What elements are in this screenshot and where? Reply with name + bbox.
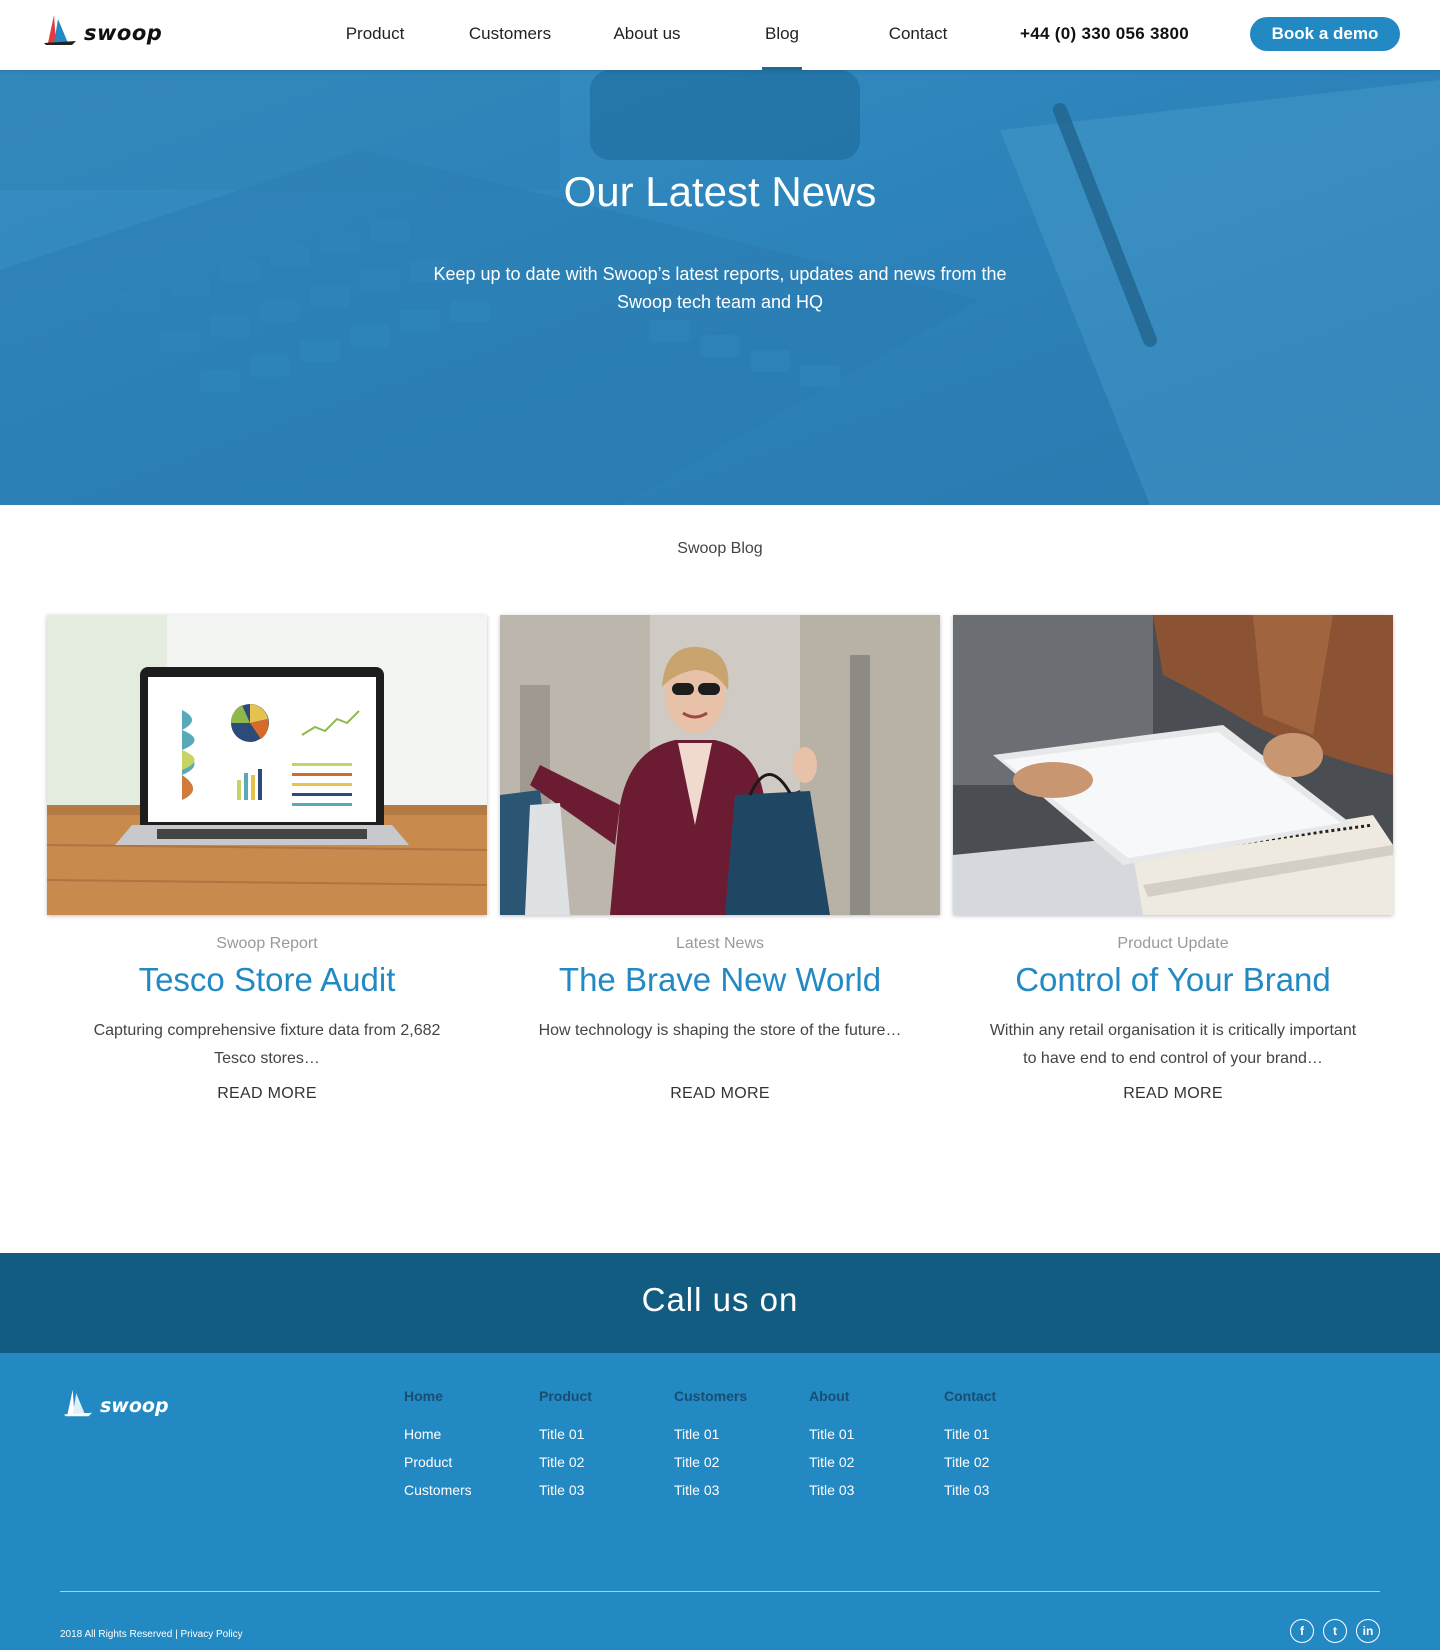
call-us-band: Call us on — [0, 1253, 1440, 1353]
footer-link[interactable]: Title 03 — [944, 1476, 1074, 1504]
footer-column-customers: Customers Title 01 Title 02 Title 03 — [674, 1388, 804, 1504]
card-description: How technology is shaping the store of t… — [538, 1022, 902, 1039]
footer-link[interactable]: Title 02 — [539, 1448, 669, 1476]
blog-section-label: Swoop Blog — [677, 540, 763, 557]
copyright-text[interactable]: 2018 All Rights Reserved | Privacy Polic… — [60, 1629, 243, 1640]
call-us-heading: Call us on — [641, 1281, 799, 1318]
footer-link[interactable]: Title 03 — [539, 1476, 669, 1504]
footer-link[interactable]: Title 01 — [809, 1420, 939, 1448]
card-description: Capturing comprehensive fixture data fro… — [93, 1022, 441, 1067]
social-links: f t in — [1290, 1619, 1380, 1643]
footer-link[interactable]: Title 01 — [944, 1420, 1074, 1448]
site-footer: swoop Home Home Product Customers Produc… — [0, 1353, 1440, 1650]
blog-card[interactable]: Swoop Report Tesco Store Audit Capturing… — [47, 615, 487, 1103]
nav-product[interactable]: Product — [315, 0, 435, 70]
hero-title: Our Latest News — [563, 168, 877, 215]
footer-logo[interactable]: swoop — [62, 1388, 169, 1418]
footer-link[interactable]: Home — [404, 1420, 534, 1448]
footer-column-about: About Title 01 Title 02 Title 03 — [809, 1388, 939, 1504]
logo-text: swoop — [84, 21, 163, 45]
footer-column-heading: Home — [404, 1388, 443, 1404]
card-category: Latest News — [675, 935, 765, 952]
footer-column-contact: Contact Title 01 Title 02 Title 03 — [944, 1388, 1074, 1504]
footer-link[interactable]: Title 02 — [674, 1448, 804, 1476]
book-demo-button[interactable]: Book a demo — [1250, 17, 1400, 51]
card-category: Swoop Report — [216, 935, 318, 952]
footer-link[interactable]: Title 02 — [944, 1448, 1074, 1476]
footer-column-heading: Contact — [944, 1388, 997, 1404]
footer-column-product: Product Title 01 Title 02 Title 03 — [539, 1388, 669, 1504]
nav-contact[interactable]: Contact — [858, 0, 978, 70]
footer-link[interactable]: Customers — [404, 1476, 534, 1504]
footer-link[interactable]: Title 03 — [809, 1476, 939, 1504]
tablet-notebook-image[interactable] — [953, 615, 1393, 915]
site-header: swoop Product Customers About us Blog Co… — [0, 0, 1440, 70]
laptop-dashboard-image[interactable] — [47, 615, 487, 915]
shopper-with-bags-image[interactable] — [500, 615, 940, 915]
read-more-link[interactable]: READ MORE — [500, 1085, 940, 1103]
footer-link[interactable]: Title 01 — [539, 1420, 669, 1448]
phone-number[interactable]: +44 (0) 330 056 3800 — [1020, 0, 1189, 70]
nav-about-us[interactable]: About us — [587, 0, 707, 70]
card-description: Within any retail organisation it is cri… — [989, 1022, 1357, 1067]
card-title[interactable]: Tesco Store Audit — [47, 961, 487, 999]
swoop-logo-icon — [63, 1389, 93, 1417]
footer-logo-text: swoop — [100, 1395, 169, 1417]
hero-subtitle: Keep up to date with Swoop’s latest repo… — [433, 264, 1007, 312]
logo[interactable]: swoop — [42, 10, 162, 50]
card-title[interactable]: Control of Your Brand — [953, 961, 1393, 999]
footer-divider — [60, 1591, 1380, 1592]
footer-link[interactable]: Title 01 — [674, 1420, 804, 1448]
card-category: Product Update — [1117, 935, 1229, 952]
swoop-logo-icon — [44, 15, 76, 45]
nav-customers[interactable]: Customers — [450, 0, 570, 70]
twitter-icon[interactable]: t — [1323, 1619, 1347, 1643]
card-title[interactable]: The Brave New World — [500, 961, 940, 999]
footer-column-heading: Customers — [674, 1388, 748, 1404]
footer-column-heading: Product — [539, 1388, 592, 1404]
footer-column-home: Home Home Product Customers — [404, 1388, 534, 1504]
blog-card[interactable]: Product Update Control of Your Brand Wit… — [953, 615, 1393, 1103]
hero-banner: Our Latest News Keep up to date with Swo… — [0, 70, 1440, 505]
facebook-icon[interactable]: f — [1290, 1619, 1314, 1643]
footer-link[interactable]: Title 02 — [809, 1448, 939, 1476]
blog-card[interactable]: Latest News The Brave New World How tech… — [500, 615, 940, 1103]
read-more-link[interactable]: READ MORE — [47, 1085, 487, 1103]
read-more-link[interactable]: READ MORE — [953, 1085, 1393, 1103]
linkedin-icon[interactable]: in — [1356, 1619, 1380, 1643]
nav-blog[interactable]: Blog — [722, 0, 842, 70]
footer-link[interactable]: Product — [404, 1448, 534, 1476]
footer-link[interactable]: Title 03 — [674, 1476, 804, 1504]
footer-column-heading: About — [809, 1388, 850, 1404]
